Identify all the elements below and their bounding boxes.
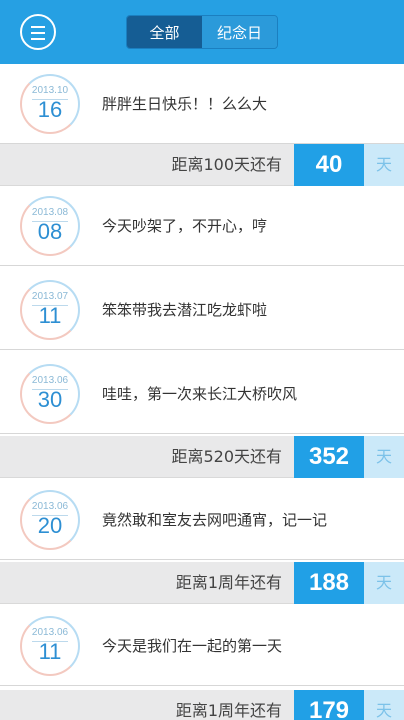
- countdown-days: 352: [294, 436, 364, 478]
- date-year-month: 2013.06: [31, 627, 69, 638]
- list-item[interactable]: 2013.10 16 胖胖生日快乐！！么么大: [0, 64, 404, 144]
- date-day: 16: [37, 97, 63, 122]
- date-year-month: 2013.08: [31, 207, 69, 218]
- date-day: 11: [38, 639, 62, 664]
- app-header: 全部 纪念日: [0, 0, 404, 64]
- date-badge: 2013.10 16: [20, 74, 80, 134]
- date-year-month: 2013.07: [31, 291, 69, 302]
- date-day: 30: [37, 387, 63, 412]
- list-item[interactable]: 2013.08 08 今天吵架了，不开心，哼: [0, 186, 404, 266]
- date-year-month: 2013.10: [31, 85, 69, 96]
- date-badge: 2013.08 08: [20, 196, 80, 256]
- list-item[interactable]: 2013.07 11 笨笨带我去潜江吃龙虾啦: [0, 270, 404, 350]
- date-year-month: 2013.06: [31, 375, 69, 386]
- entry-text: 竟然敢和室友去网吧通宵，记一记: [102, 511, 328, 529]
- entry-text: 哇哇，第一次来长江大桥吹风: [102, 385, 298, 403]
- date-badge: 2013.06 30: [20, 364, 80, 424]
- list-item[interactable]: 2013.06 11 今天是我们在一起的第一天: [0, 606, 404, 686]
- entry-text: 今天吵架了，不开心，哼: [102, 217, 268, 235]
- countdown-row: 距离1周年还有 179 天: [0, 690, 404, 720]
- list-item[interactable]: 2013.06 30 哇哇，第一次来长江大桥吹风: [0, 354, 404, 434]
- date-badge: 2013.06 20: [20, 490, 80, 550]
- date-badge: 2013.07 11: [20, 280, 80, 340]
- countdown-label: 距离100天还有: [171, 155, 282, 174]
- countdown-unit: 天: [364, 690, 404, 720]
- countdown-unit: 天: [364, 562, 404, 604]
- entry-text: 胖胖生日快乐！！么么大: [102, 95, 268, 113]
- date-day: 20: [37, 513, 63, 538]
- entry-text: 笨笨带我去潜江吃龙虾啦: [102, 301, 268, 319]
- countdown-label: 距离1周年还有: [175, 573, 282, 592]
- tab-anniversary[interactable]: 纪念日: [202, 16, 277, 48]
- countdown-days: 40: [294, 144, 364, 186]
- date-day: 08: [37, 219, 63, 244]
- entry-text: 今天是我们在一起的第一天: [102, 637, 283, 655]
- countdown-days: 179: [294, 690, 364, 720]
- date-year-month: 2013.06: [31, 501, 69, 512]
- date-badge: 2013.06 11: [20, 616, 80, 676]
- countdown-row: 距离520天还有 352 天: [0, 436, 404, 478]
- countdown-row: 距离1周年还有 188 天: [0, 562, 404, 604]
- countdown-row: 距离100天还有 40 天: [0, 144, 404, 186]
- countdown-unit: 天: [364, 436, 404, 478]
- list-item[interactable]: 2013.06 20 竟然敢和室友去网吧通宵，记一记: [0, 480, 404, 560]
- countdown-label: 距离1周年还有: [175, 701, 282, 720]
- menu-icon[interactable]: [20, 14, 56, 50]
- countdown-label: 距离520天还有: [171, 447, 282, 466]
- date-day: 11: [38, 303, 62, 328]
- countdown-unit: 天: [364, 144, 404, 186]
- tab-all[interactable]: 全部: [127, 16, 202, 48]
- countdown-days: 188: [294, 562, 364, 604]
- filter-segmented-control: 全部 纪念日: [126, 15, 278, 49]
